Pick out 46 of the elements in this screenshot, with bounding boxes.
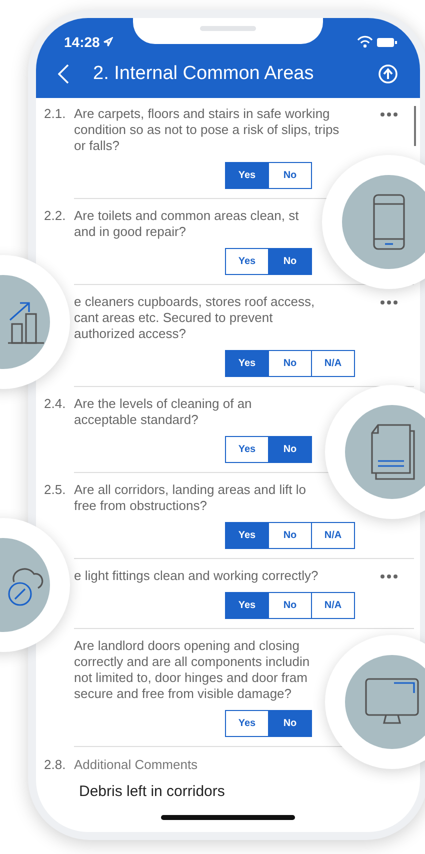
monitor-icon [364, 677, 420, 727]
screen-title: 2. Internal Common Areas [92, 63, 315, 85]
answer-option[interactable]: Yes [225, 248, 269, 275]
answer-option[interactable]: Yes [225, 350, 269, 377]
answer-option[interactable]: N/A [311, 350, 355, 377]
answer-option[interactable]: Yes [225, 436, 269, 463]
question-number: 2.1. [44, 106, 67, 122]
more-options-icon[interactable] [380, 112, 398, 117]
answer-option[interactable]: N/A [311, 522, 355, 549]
status-time: 14:28 [64, 34, 100, 50]
wifi-battery-icon [356, 35, 398, 49]
answer-option[interactable]: Yes [225, 162, 269, 189]
question-number: 2.4. [44, 396, 67, 412]
answer-option[interactable]: Yes [225, 522, 269, 549]
more-options-icon[interactable] [380, 574, 398, 579]
comments-label: Additional Comments [74, 757, 198, 773]
document-icon [368, 423, 416, 481]
question-text: Are landlord doors opening and closing correctly and are all components includin not limited to, door hinges and door fram secure and free from visible damage? [74, 638, 311, 702]
answer-option[interactable]: No [268, 522, 312, 549]
comments-field[interactable]: Debris left in corridors [79, 783, 414, 800]
answer-option[interactable]: N/A [311, 592, 355, 619]
question-text: Are toilets and common areas clean, st and in good repair? [74, 208, 300, 240]
answer-option[interactable]: Yes [225, 710, 269, 737]
scroll-bar [414, 106, 416, 146]
answer-option[interactable]: No [268, 248, 312, 275]
answer-option[interactable]: No [268, 436, 312, 463]
answer-option[interactable]: Yes [225, 592, 269, 619]
location-arrow-icon [102, 37, 113, 47]
answer-option[interactable]: No [268, 592, 312, 619]
question-text: Are the levels of cleaning of an acceptable standard? [74, 396, 253, 428]
question-number: 2.8. [44, 757, 67, 773]
question-text: e cleaners cupboards, stores roof access, cant areas etc. Secured to prevent authorized access? [74, 294, 316, 342]
upload-icon[interactable] [378, 64, 398, 84]
answer-option[interactable]: No [268, 710, 312, 737]
speaker-grille [200, 26, 256, 31]
answer-option[interactable]: No [268, 350, 312, 377]
question-text: Are all corridors, landing areas and lift lo free from obstructions? [74, 482, 307, 514]
mobile-phone-icon [372, 193, 406, 251]
more-options-icon[interactable] [380, 300, 398, 305]
answer-option[interactable]: No [268, 162, 312, 189]
question-number: 2.2. [44, 208, 67, 224]
question-number: 2.5. [44, 482, 67, 498]
question-text: e light fittings clean and working correctly? [74, 568, 320, 584]
bar-chart-icon [8, 300, 46, 344]
back-chevron-icon[interactable] [58, 64, 69, 84]
question-text: Are carpets, floors and stairs in safe working condition so as not to pose a risk of slips, trips or falls? [74, 106, 340, 154]
